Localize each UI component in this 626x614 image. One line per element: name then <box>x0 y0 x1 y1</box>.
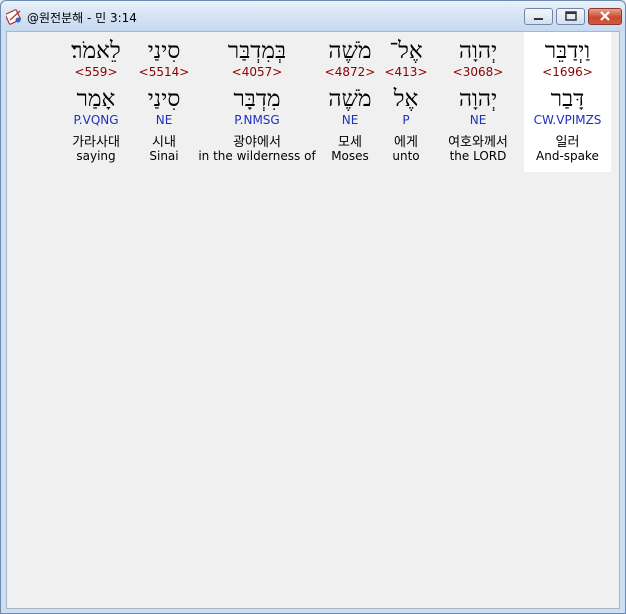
hebrew-lemma: מִדְבָּר <box>233 86 281 112</box>
strong-number[interactable]: <559> <box>62 65 130 79</box>
word-column[interactable]: לֵאמֹר׃ <559> אָמַר P.VQNG 가라사대 saying <box>62 32 130 172</box>
hebrew-lemma: אֶל <box>393 86 419 112</box>
strong-number[interactable]: <1696> <box>524 65 611 79</box>
hebrew-lemma: דָּבַר <box>550 86 585 112</box>
english-gloss: saying <box>76 149 116 163</box>
hebrew-lemma: אָמַר <box>76 86 116 112</box>
hebrew-lemma: יְהוָה <box>458 86 498 112</box>
english-gloss: unto <box>392 149 420 163</box>
hebrew-word: לֵאמֹר׃ <box>71 38 121 64</box>
app-window: @원전분해 - 민 3:14 וַיְדַבֵּר <1696> דָּבַר … <box>0 0 626 614</box>
hebrew-word: בְּמִדְבַּר <box>227 38 287 64</box>
strong-number[interactable]: <4057> <box>196 65 318 79</box>
strong-number[interactable]: <3068> <box>436 65 520 79</box>
maximize-button[interactable] <box>556 8 585 25</box>
hebrew-word: יְהוָה <box>458 38 498 64</box>
hebrew-lemma: סִינַי <box>147 86 181 112</box>
word-column[interactable]: וַיְדַבֵּר <1696> דָּבַר CW.VPIMZS 일러 An… <box>524 32 611 172</box>
close-button[interactable] <box>588 8 622 25</box>
korean-gloss: 일러 <box>555 135 580 150</box>
strong-number[interactable]: <4872> <box>323 65 377 79</box>
korean-gloss: 여호와께서 <box>448 135 508 150</box>
parsing-code: P.NMSG <box>234 113 280 127</box>
hebrew-word: וַיְדַבֵּר <box>544 38 591 64</box>
english-gloss: the LORD <box>449 149 507 163</box>
word-column[interactable]: אֶל־ <413> אֶל P 에게 unto <box>382 32 430 172</box>
word-column[interactable]: בְּמִדְבַּר <4057> מִדְבָּר P.NMSG 광야에서 … <box>196 32 318 172</box>
window-title: @원전분해 - 민 3:14 <box>27 11 137 25</box>
word-column[interactable]: סִינַי <5514> סִינַי NE 시내 Sinai <box>137 32 191 172</box>
hebrew-word: מֹשֶׁה <box>328 38 372 64</box>
parsing-code: P.VQNG <box>73 113 119 127</box>
word-analysis-panel: וַיְדַבֵּר <1696> דָּבַר CW.VPIMZS 일러 An… <box>6 31 620 609</box>
minimize-button[interactable] <box>524 8 553 25</box>
word-column[interactable]: יְהוָה <3068> יְהוָה NE 여호와께서 the LORD <box>436 32 520 172</box>
english-gloss: Sinai <box>149 149 179 163</box>
close-icon <box>600 11 610 21</box>
title-bar[interactable]: @원전분해 - 민 3:14 <box>1 1 625 31</box>
parsing-code: P <box>402 113 410 127</box>
english-gloss: in the wilderness of <box>198 149 316 163</box>
strong-number[interactable]: <5514> <box>137 65 191 79</box>
minimize-icon <box>534 18 543 20</box>
maximize-icon <box>565 11 577 21</box>
korean-gloss: 모세 <box>338 135 362 150</box>
hebrew-lemma: מֹשֶׁה <box>328 86 372 112</box>
english-gloss: And-spake <box>536 149 599 163</box>
parsing-code: NE <box>341 113 359 127</box>
bible-app-icon <box>6 9 21 25</box>
korean-gloss: 가라사대 <box>72 135 120 150</box>
hebrew-word: סִינַי <box>147 38 181 64</box>
korean-gloss: 에게 <box>394 135 418 150</box>
word-column[interactable]: מֹשֶׁה <4872> מֹשֶׁה NE 모세 Moses <box>323 32 377 172</box>
parsing-code: NE <box>469 113 487 127</box>
hebrew-word: אֶל־ <box>389 38 423 64</box>
parsing-code: CW.VPIMZS <box>533 113 602 127</box>
english-gloss: Moses <box>331 149 369 163</box>
korean-gloss: 시내 <box>152 135 176 150</box>
korean-gloss: 광야에서 <box>233 135 281 150</box>
strong-number[interactable]: <413> <box>382 65 430 79</box>
parsing-code: NE <box>155 113 173 127</box>
